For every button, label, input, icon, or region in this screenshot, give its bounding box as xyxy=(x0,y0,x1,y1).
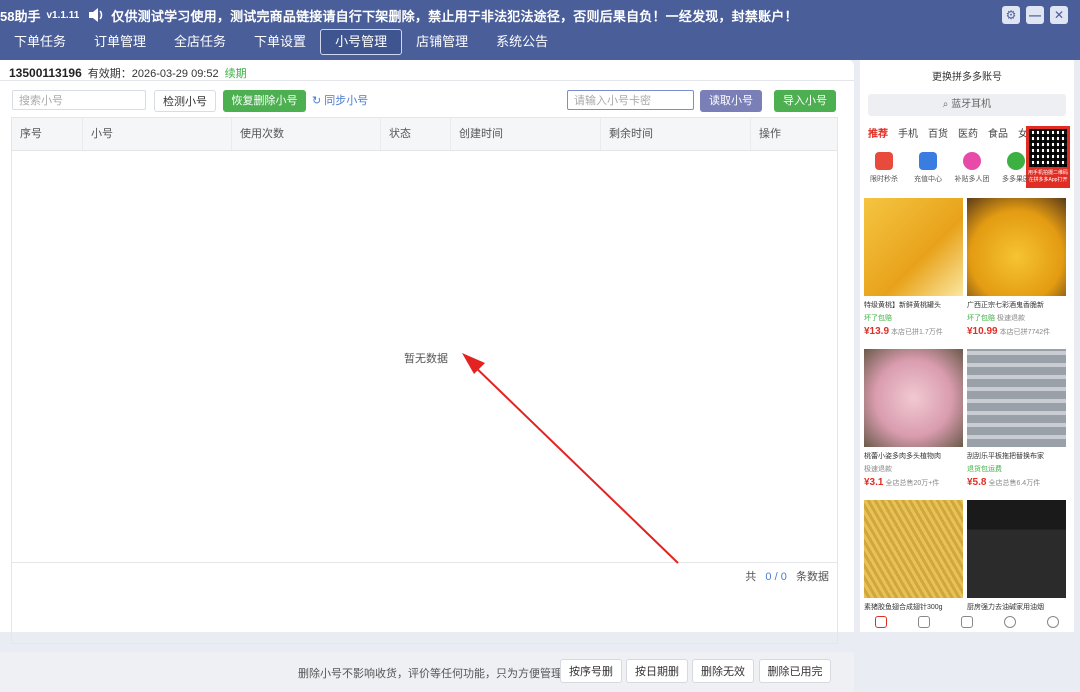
category-food[interactable]: 食品 xyxy=(988,125,1008,140)
bottom-bar: 删除小号不影响收货，评价等任何功能，只为方便管理下单 按序号删 按日期删 删除无… xyxy=(0,652,854,692)
col-remaining: 剩余时间 xyxy=(601,118,751,150)
switch-account-link[interactable]: 更换拼多多账号 xyxy=(860,68,1074,83)
col-usage: 使用次数 xyxy=(232,118,381,150)
col-status: 状态 xyxy=(381,118,451,150)
account-phone: 13500113196 xyxy=(9,66,82,80)
category-phone[interactable]: 手机 xyxy=(898,125,918,140)
col-index: 序号 xyxy=(12,118,83,150)
card-key-input[interactable]: 请输入小号卡密 xyxy=(567,90,694,110)
product-card[interactable]: 广西正宗七彩酒鬼香脆新 坏了包赔 极速退款 ¥10.99 本店已拼7742件 xyxy=(967,198,1066,346)
app-version: v1.1.11 xyxy=(46,9,80,21)
record-count: 0 / 0 xyxy=(765,571,787,583)
speaker-icon xyxy=(89,8,103,22)
close-icon[interactable]: ✕ xyxy=(1050,6,1068,24)
quick-entries: 限时秒杀 充值中心 补贴多人团 多多果园 xyxy=(864,152,1040,184)
delete-used-button[interactable]: 删除已用完 xyxy=(759,659,831,683)
delete-invalid-button[interactable]: 删除无效 xyxy=(692,659,754,683)
quick-recharge[interactable]: 充值中心 xyxy=(908,152,948,184)
main-nav: 下单任务 订单管理 全店任务 下单设置 小号管理 店铺管理 系统公告 xyxy=(0,29,562,55)
quick-orchard[interactable]: 多多果园 xyxy=(996,152,1036,184)
empty-state: 暂无数据 xyxy=(404,353,448,365)
product-image xyxy=(967,500,1066,598)
minimize-icon[interactable]: — xyxy=(1026,6,1044,24)
nav-store-task[interactable]: 全店任务 xyxy=(160,30,240,54)
title-bar: 58助手 v1.1.11 仅供测试学习使用，测试完商品链接请自行下架删除，禁止用… xyxy=(0,0,1080,60)
search-input[interactable]: 搜索小号 xyxy=(12,90,146,110)
import-button[interactable]: 导入小号 xyxy=(774,90,836,112)
category-tabs: 推荐 手机 百货 医药 食品 女装 xyxy=(868,125,1048,140)
product-card[interactable]: 素猪胶鱼翅合成翅针300g xyxy=(864,500,963,620)
delete-by-index-button[interactable]: 按序号删 xyxy=(560,659,622,683)
settings-icon[interactable]: ⚙ xyxy=(1002,6,1020,24)
product-image xyxy=(864,500,963,598)
pdd-tabbar xyxy=(860,616,1074,632)
tree-icon xyxy=(1007,152,1025,170)
profile-icon[interactable] xyxy=(1046,616,1059,628)
renew-link[interactable]: 续期 xyxy=(225,65,247,81)
nav-order-task[interactable]: 下单任务 xyxy=(0,30,80,54)
flower-icon xyxy=(963,152,981,170)
sync-label: 同步小号 xyxy=(324,95,369,107)
product-card[interactable]: 刮刮乐平板拖把替换布家 退货包运费 ¥5.8 全店总售6.4万件 xyxy=(967,349,1066,497)
col-actions: 操作 xyxy=(759,128,781,140)
product-card[interactable]: 桃蕾小姿多肉多头植物肉 极速退款 ¥3.1 全店总售20万+件 xyxy=(864,349,963,497)
product-card[interactable]: 特级黄桃】新鲜黄桃罐头 坏了包赔 ¥13.9 本店已拼1.7万件 xyxy=(864,198,963,346)
list-icon[interactable] xyxy=(960,616,973,628)
pdd-preview-panel: 更换拼多多账号 ⌕ 蓝牙耳机 推荐 手机 百货 医药 食品 女装 用手机拍摄二维… xyxy=(860,60,1074,632)
product-image xyxy=(864,349,963,447)
table-header: 序号 小号 使用次数 状态 创建时间 剩余时间 操作 xyxy=(12,118,837,151)
calendar-icon[interactable] xyxy=(918,616,931,628)
recharge-icon xyxy=(919,152,937,170)
app-name: 58助手 xyxy=(0,8,41,24)
table-footer: 共 0 / 0 条数据 xyxy=(745,571,829,583)
nav-order-settings[interactable]: 下单设置 xyxy=(240,30,320,54)
restore-button[interactable]: 恢复删除小号 xyxy=(223,90,306,112)
delete-hint: 删除小号不影响收货，评价等任何功能，只为方便管理下单 xyxy=(298,668,584,680)
category-medicine[interactable]: 医药 xyxy=(958,125,978,140)
nav-order-manage[interactable]: 订单管理 xyxy=(80,30,160,54)
nav-account-manage[interactable]: 小号管理 xyxy=(320,29,403,55)
col-account: 小号 xyxy=(83,118,232,150)
read-button[interactable]: 读取小号 xyxy=(700,90,762,112)
toolbar: 搜索小号 检测小号 恢复删除小号 ↻ 同步小号 请输入小号卡密 读取小号 导入小… xyxy=(12,90,842,112)
refresh-icon: ↻ xyxy=(312,95,322,107)
product-card[interactable]: 厨房强力去油碱家用油烟 xyxy=(967,500,1066,620)
home-icon[interactable] xyxy=(875,616,888,628)
account-manage-panel: 13500113196 有效期：2026-03-29 09:52 续期 搜索小号… xyxy=(0,60,854,692)
sync-button[interactable]: ↻ 同步小号 xyxy=(312,90,368,112)
pdd-search-box[interactable]: ⌕ 蓝牙耳机 xyxy=(868,94,1066,116)
chat-icon[interactable] xyxy=(1003,616,1016,628)
category-recommend[interactable]: 推荐 xyxy=(868,125,888,140)
category-goods[interactable]: 百货 xyxy=(928,125,948,140)
nav-shop-manage[interactable]: 店铺管理 xyxy=(402,30,482,54)
nav-system-notice[interactable]: 系统公告 xyxy=(482,30,562,54)
notice-text: 仅供测试学习使用，测试完商品链接请自行下架删除，禁止用于非法犯法途径，否则后果自… xyxy=(111,8,798,24)
product-image xyxy=(967,198,1066,296)
quick-flash-sale[interactable]: 限时秒杀 xyxy=(864,152,904,184)
valid-until: 有效期：2026-03-29 09:52 xyxy=(87,68,219,80)
account-table: 序号 小号 使用次数 状态 创建时间 剩余时间 操作 暂无数据 共 0 / 0 … xyxy=(11,117,838,644)
product-image xyxy=(967,349,1066,447)
flash-sale-icon xyxy=(875,152,893,170)
col-created: 创建时间 xyxy=(451,118,601,150)
check-button[interactable]: 检测小号 xyxy=(154,90,216,112)
delete-by-date-button[interactable]: 按日期删 xyxy=(626,659,688,683)
product-image xyxy=(864,198,963,296)
quick-group[interactable]: 补贴多人团 xyxy=(952,152,992,184)
